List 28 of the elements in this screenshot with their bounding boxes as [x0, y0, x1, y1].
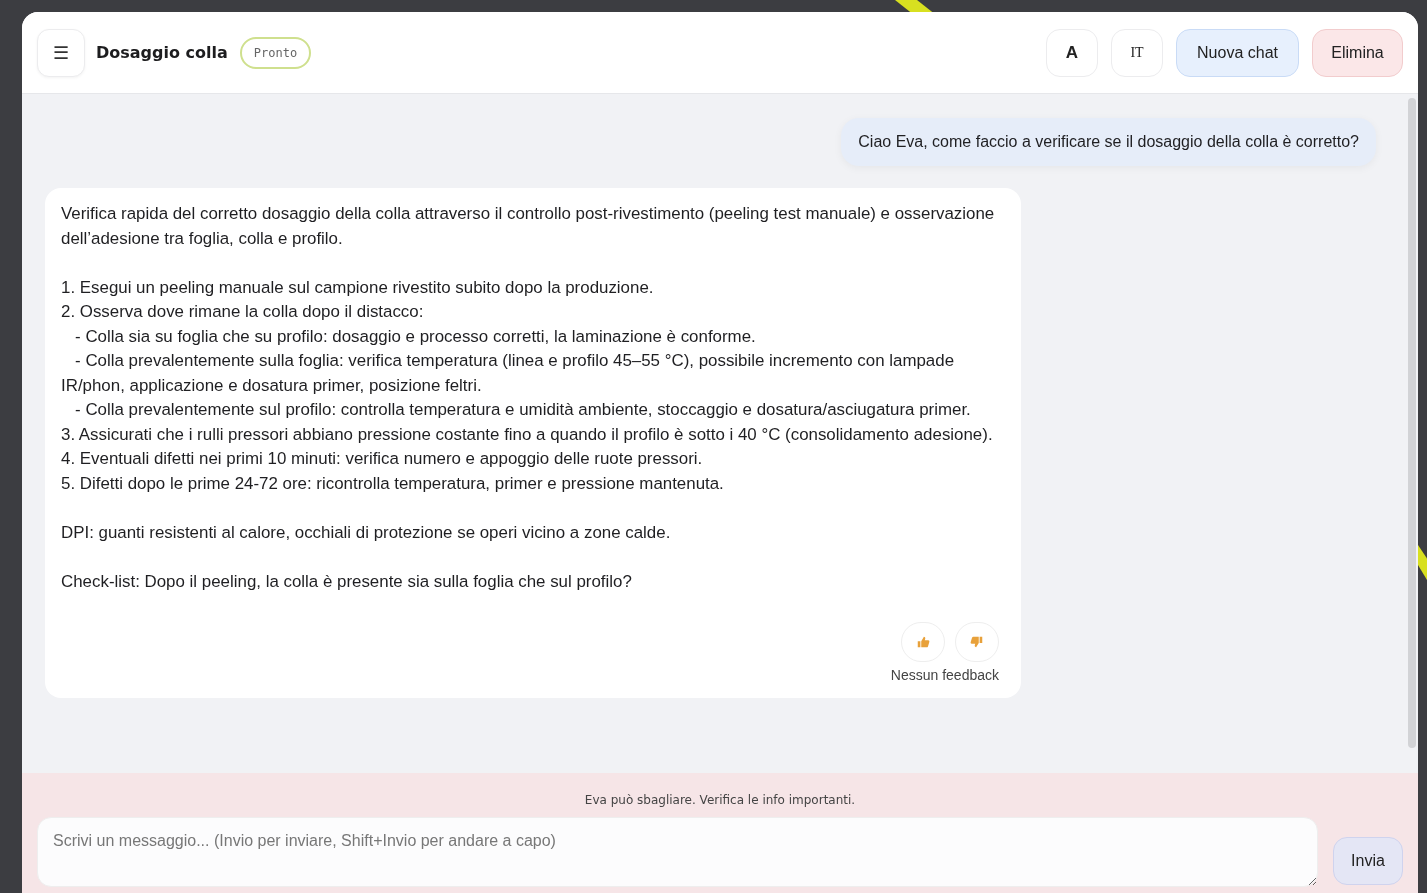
- new-chat-button[interactable]: Nuova chat: [1176, 28, 1299, 77]
- thumbs-down-button[interactable]: [955, 622, 999, 662]
- message-text: - Colla prevalentemente sulla foglia: verifica temperatura (linea e profilo 45–55 °C), possibile incremento con lampade IR/phon, applicazione e dosatura primer, posizione feltri.: [61, 350, 956, 397]
- send-button[interactable]: Invia: [1333, 837, 1403, 885]
- chat-title: Dosaggio colla: [96, 43, 228, 62]
- message-text: 5. Difetti dopo le prime 24-72 ore: ricontrolla temperatura, primer e pressione mantenuta.: [61, 472, 725, 495]
- feedback-status: Nessun feedback: [890, 666, 999, 684]
- message-text: Ciao Eva, come faccio a verificare se il dosaggio della colla è corretto?: [858, 133, 1359, 151]
- delete-button[interactable]: Elimina: [1312, 28, 1403, 77]
- message-text: Check-list: Dopo il peeling, la colla è presente sia sulla foglia che sul profilo?: [61, 570, 633, 593]
- message-text: 4. Eventuali difetti nei primi 10 minuti: verifica numero e appoggio delle ruote pressori.: [61, 448, 704, 470]
- font-button[interactable]: A: [1046, 28, 1098, 77]
- message-text: 1. Esegui un peeling manuale sul campione rivestito subito dopo la produzione.: [61, 276, 655, 299]
- message-text: DPI: guanti resistenti al calore, occhiali di protezione se operi vicino a zone calde.: [61, 521, 672, 544]
- message-text: 3. Assicurati che i rulli pressori abbiano pressione costante fino a quando il profilo è sotto i 40 °C (consolidamento adesione).: [61, 423, 994, 446]
- disclaimer-text: Eva può sbagliare. Verifica le info importanti.: [583, 793, 857, 807]
- message-text: - Colla prevalentemente sul profilo: controlla temperatura e umidità ambiente, stoccaggio e dosatura/asciugatura primer.: [74, 399, 972, 421]
- message-text: 2. Osserva dove rimane la colla dopo il distacco:: [61, 301, 425, 323]
- thumbs-up-button[interactable]: [901, 622, 945, 662]
- message-input[interactable]: Scrivi un messaggio... (Invio per inviare, Shift+Invio per andare a capo): [37, 817, 1318, 887]
- menu-button[interactable]: ☰: [37, 28, 85, 77]
- thumbs-down-icon: [970, 635, 984, 649]
- language-button[interactable]: IT: [1111, 28, 1163, 77]
- message-text: - Colla sia su foglia che su profilo: dosaggio e processo corretti, la laminazione è conforme.: [74, 325, 757, 348]
- message-text: Verifica rapida del corretto dosaggio della colla attraverso il controllo post-rivestimento (peeling test manuale) e osservazione dell’adesione tra foglia, colla e profilo.: [61, 203, 996, 250]
- status-badge: Pronto: [239, 36, 312, 69]
- thumbs-up-icon: [916, 635, 930, 649]
- scrollbar[interactable]: [1408, 98, 1416, 748]
